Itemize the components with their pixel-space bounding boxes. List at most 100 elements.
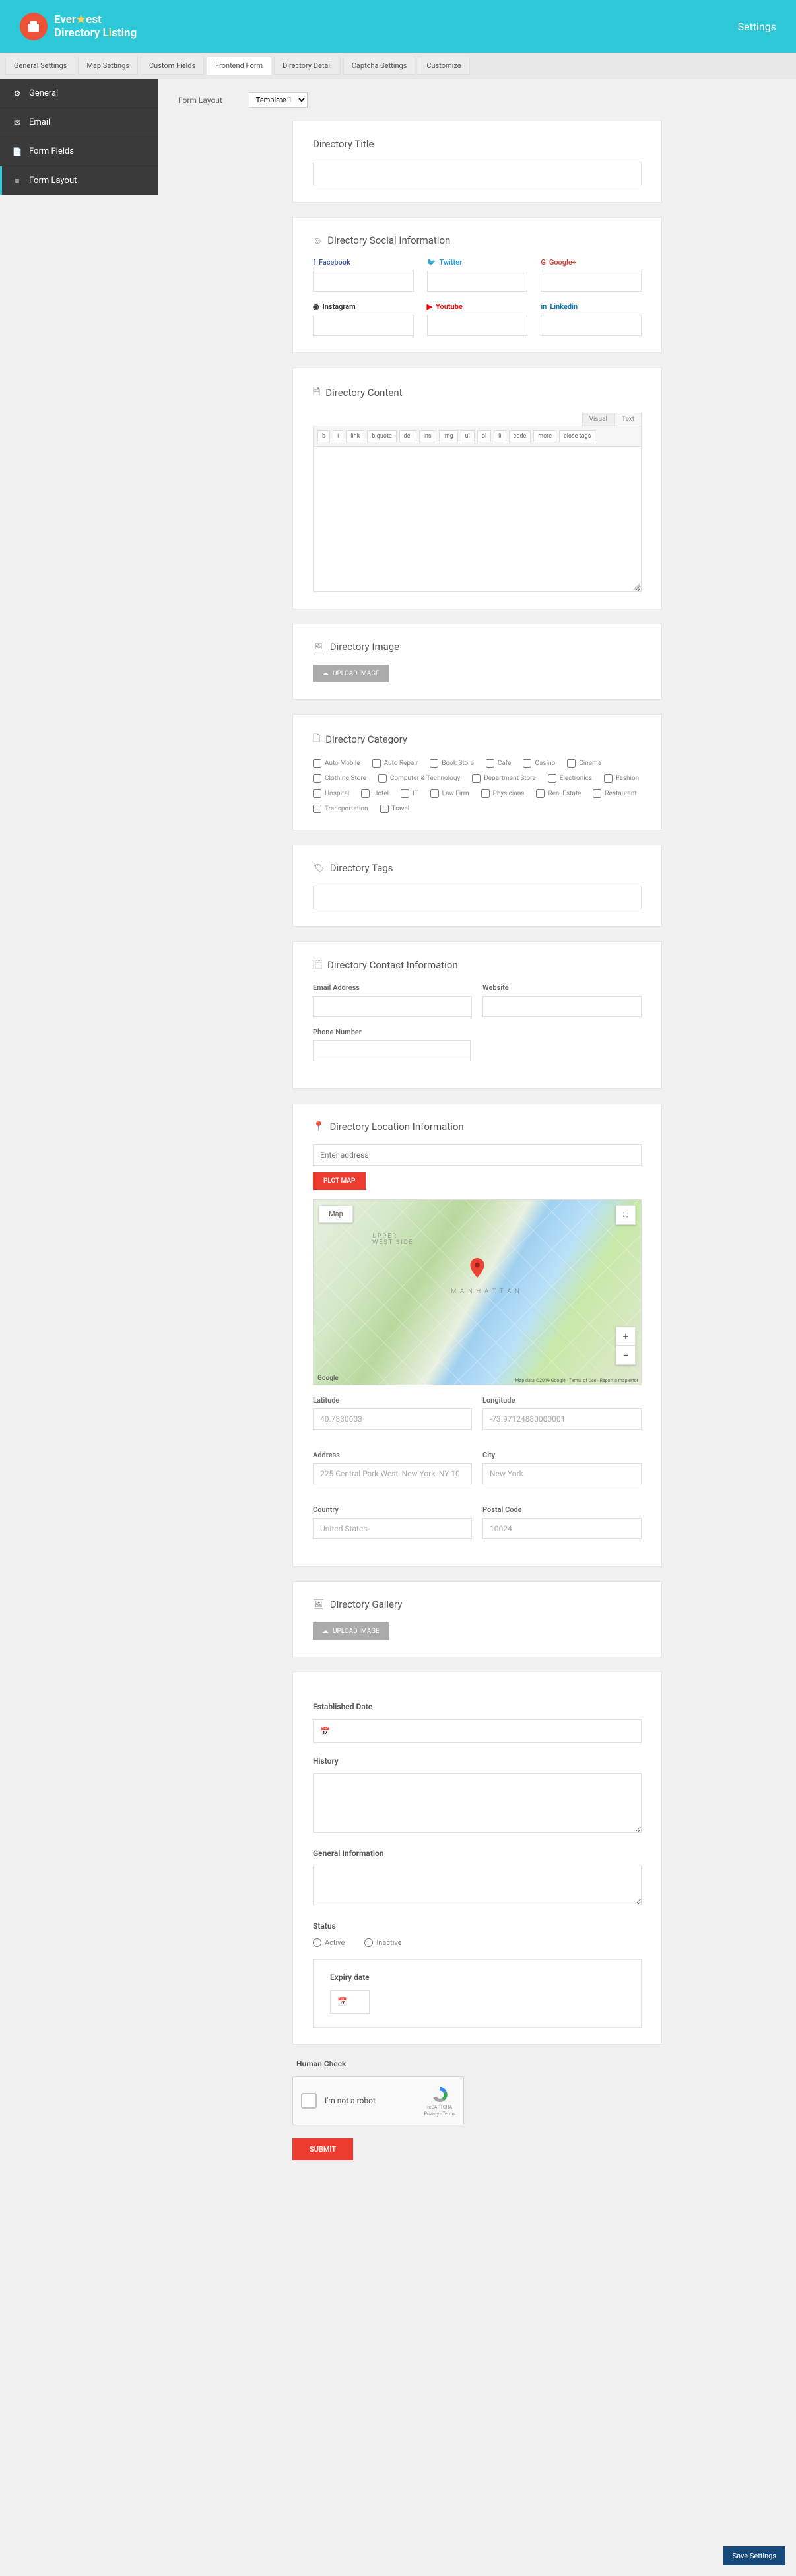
editor-btn-b[interactable]: b [317,430,330,442]
category-checkbox[interactable] [486,759,494,768]
category-department-store[interactable]: Department Store [472,774,536,783]
postal-input[interactable] [482,1518,642,1539]
category-checkbox[interactable] [313,774,321,783]
category-cinema[interactable]: Cinema [567,759,601,768]
category-checkbox[interactable] [604,774,613,783]
established-input[interactable]: 📅 [313,1719,642,1743]
category-casino[interactable]: Casino [523,759,555,768]
category-checkbox[interactable] [313,789,321,798]
category-cafe[interactable]: Cafe [486,759,512,768]
editor-btn-ul[interactable]: ul [461,430,475,442]
editor-btn-ins[interactable]: ins [419,430,436,442]
category-checkbox[interactable] [548,774,556,783]
address-search-input[interactable] [313,1144,642,1166]
category-travel[interactable]: Travel [380,805,410,813]
editor-btn-ol[interactable]: ol [477,430,491,442]
template-select[interactable]: Template 1 [249,92,308,108]
tags-input[interactable] [313,886,642,909]
category-book-store[interactable]: Book Store [430,759,474,768]
category-checkbox[interactable] [401,789,409,798]
category-checkbox[interactable] [313,759,321,768]
editor-btn-more[interactable]: more [533,430,556,442]
zoom-out-button[interactable]: − [616,1346,635,1364]
captcha-checkbox[interactable] [301,2093,317,2109]
lat-input[interactable] [313,1408,472,1430]
city-input[interactable] [482,1463,642,1484]
email-input[interactable] [313,996,472,1017]
tab-map-settings[interactable]: Map Settings [78,57,138,75]
addr-input[interactable] [313,1463,472,1484]
category-checkbox[interactable] [536,789,545,798]
category-hotel[interactable]: Hotel [361,789,389,798]
phone-input[interactable] [313,1040,471,1061]
category-real-estate[interactable]: Real Estate [536,789,581,798]
category-checkbox[interactable] [313,805,321,813]
editor-tab-text[interactable]: Text [614,413,642,426]
settings-link[interactable]: Settings [738,20,776,33]
category-checkbox[interactable] [567,759,576,768]
category-checkbox[interactable] [380,805,389,813]
editor-textarea[interactable] [313,447,642,592]
category-electronics[interactable]: Electronics [548,774,592,783]
map-tab[interactable]: Map [319,1205,353,1223]
editor-btn-del[interactable]: del [399,430,416,442]
zoom-in-button[interactable]: + [616,1327,635,1346]
save-settings-button[interactable]: Save Settings [723,2546,785,2565]
editor-tab-visual[interactable]: Visual [582,413,614,426]
social-input-fb[interactable] [313,271,414,292]
country-input[interactable] [313,1518,472,1539]
lng-input[interactable] [482,1408,642,1430]
tab-directory-detail[interactable]: Directory Detail [274,57,341,75]
tab-customize[interactable]: Customize [418,57,469,75]
social-input-li[interactable] [541,315,642,336]
upload-image-button[interactable]: ☁UPLOAD IMAGE [313,665,389,682]
editor-btn-img[interactable]: img [439,430,458,442]
sidebar-item-general[interactable]: ⚙General [0,79,158,108]
tab-captcha-settings[interactable]: Captcha Settings [343,57,416,75]
editor-btn-link[interactable]: link [346,430,364,442]
category-hospital[interactable]: Hospital [313,789,349,798]
submit-button[interactable]: SUBMIT [292,2138,353,2160]
category-fashion[interactable]: Fashion [604,774,639,783]
category-checkbox[interactable] [361,789,370,798]
general-info-textarea[interactable] [313,1866,642,1905]
tab-frontend-form[interactable]: Frontend Form [207,57,271,75]
sidebar-item-form-fields[interactable]: 📄Form Fields [0,137,158,166]
category-checkbox[interactable] [372,759,381,768]
social-input-yt[interactable] [427,315,528,336]
sidebar-item-email[interactable]: ✉Email [0,108,158,137]
category-computer-technology[interactable]: Computer & Technology [378,774,460,783]
fullscreen-button[interactable]: ⛶ [616,1205,636,1225]
category-physicians[interactable]: Physicians [481,789,525,798]
editor-btn-b-quote[interactable]: b-quote [367,430,396,442]
tab-general-settings[interactable]: General Settings [5,57,75,75]
category-law-firm[interactable]: Law Firm [430,789,469,798]
category-it[interactable]: IT [401,789,418,798]
category-auto-mobile[interactable]: Auto Mobile [313,759,360,768]
editor-btn-code[interactable]: code [509,430,531,442]
category-transportation[interactable]: Transportation [313,805,368,813]
history-textarea[interactable] [313,1773,642,1833]
status-active[interactable]: Active [313,1938,345,1947]
editor-btn-close-tags[interactable]: close tags [559,430,595,442]
category-checkbox[interactable] [430,759,438,768]
directory-title-input[interactable] [313,162,642,185]
editor-btn-li[interactable]: li [494,430,506,442]
plot-map-button[interactable]: PLOT MAP [313,1172,366,1190]
map-canvas[interactable]: UPPER WEST SIDE M A N H A T T A N + − Go… [314,1200,641,1385]
upload-gallery-button[interactable]: ☁UPLOAD IMAGE [313,1622,389,1640]
category-checkbox[interactable] [481,789,490,798]
expiry-input[interactable]: 📅 [330,1990,370,2014]
category-clothing-store[interactable]: Clothing Store [313,774,366,783]
website-input[interactable] [482,996,642,1017]
social-input-gp[interactable] [541,271,642,292]
category-checkbox[interactable] [472,774,481,783]
category-auto-repair[interactable]: Auto Repair [372,759,418,768]
tab-custom-fields[interactable]: Custom Fields [141,57,204,75]
recaptcha[interactable]: I'm not a robot reCAPTCHA Privacy - Term… [292,2076,464,2125]
category-checkbox[interactable] [523,759,531,768]
social-input-tw[interactable] [427,271,528,292]
category-checkbox[interactable] [430,789,439,798]
category-restaurant[interactable]: Restaurant [593,789,636,798]
category-checkbox[interactable] [378,774,387,783]
